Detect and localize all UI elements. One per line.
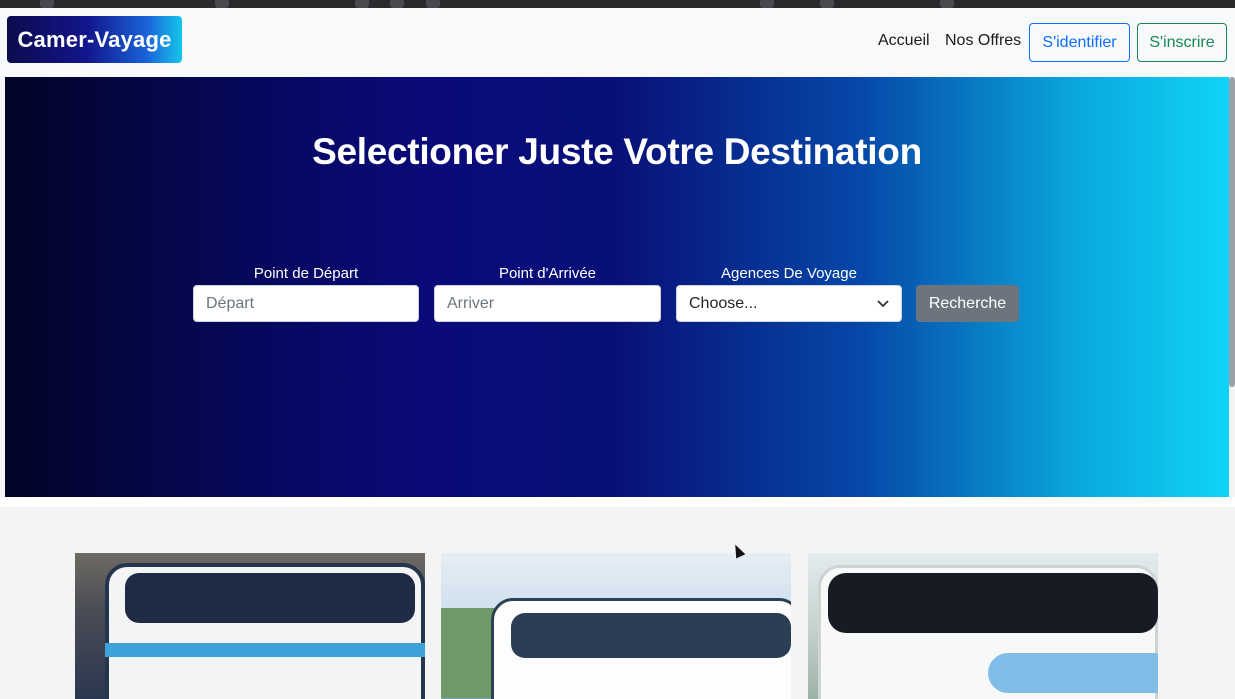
departure-input[interactable] — [206, 295, 406, 313]
agency-select[interactable]: Choose... — [676, 285, 902, 322]
bus-logo-stripe — [988, 653, 1158, 693]
arrival-label: Point d'Arrivée — [498, 265, 597, 282]
departure-field[interactable] — [193, 285, 419, 322]
tab-icon — [760, 0, 774, 8]
bus-window — [125, 573, 415, 623]
login-button[interactable]: S'identifier — [1029, 23, 1130, 62]
search-button[interactable]: Recherche — [916, 285, 1019, 322]
hero-title: Selectioner Juste Votre Destination — [312, 131, 922, 172]
hero-section: Selectioner Juste Votre Destination Poin… — [5, 77, 1229, 497]
tab-icon — [355, 0, 369, 8]
bus-photo-card[interactable] — [808, 553, 1158, 699]
bus-photo-card[interactable] — [75, 553, 425, 699]
browser-tab-strip — [0, 0, 1235, 8]
bus-window — [828, 573, 1158, 633]
signup-button[interactable]: S'inscrire — [1137, 23, 1227, 62]
section-divider — [0, 497, 1235, 507]
tab-icon — [390, 0, 404, 8]
bus-window — [511, 613, 791, 658]
brand-logo[interactable]: Camer-Vayage — [7, 16, 182, 63]
tab-icon — [426, 0, 440, 8]
navbar: Camer-Vayage Accueil Nos Offres S'identi… — [0, 8, 1235, 77]
scrollbar[interactable] — [1229, 77, 1235, 387]
bus-stripe — [105, 643, 425, 657]
tab-icon — [940, 0, 954, 8]
nav-link-nos-offres[interactable]: Nos Offres — [945, 32, 1021, 50]
agency-selected-value: Choose... — [689, 295, 758, 312]
agency-label: Agences De Voyage — [721, 265, 857, 282]
departure-label: Point de Départ — [253, 265, 359, 282]
bus-photo-card[interactable] — [441, 553, 791, 699]
tab-icon — [215, 0, 229, 8]
arrival-input[interactable] — [447, 295, 648, 313]
chevron-down-icon — [877, 286, 889, 321]
tab-icon — [40, 0, 54, 8]
arrival-field[interactable] — [434, 285, 661, 322]
tab-icon — [820, 0, 834, 8]
nav-link-accueil[interactable]: Accueil — [878, 32, 930, 50]
